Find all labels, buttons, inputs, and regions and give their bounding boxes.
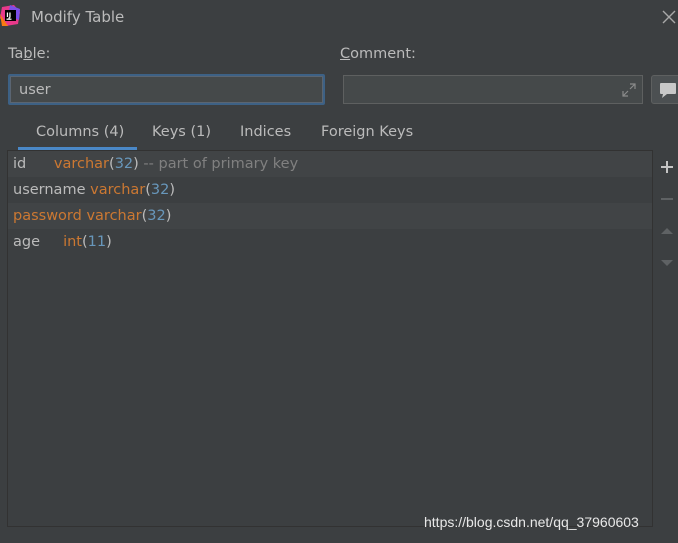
column-name: username [13,182,86,198]
column-type: varchar [53,156,110,172]
comment-input[interactable] [343,75,643,104]
expand-icon[interactable] [622,83,636,97]
paren-close: ) [106,234,112,250]
column-name: age [13,234,41,250]
close-icon[interactable] [662,10,676,24]
table-label-part: Ta [8,46,24,62]
column-type: varchar [86,208,142,224]
column-toolbar [654,150,678,527]
move-down-icon[interactable] [659,255,675,271]
table-name-field-focus [8,74,325,105]
column-size: 32 [147,208,166,224]
column-type: int [63,234,82,250]
column-row-username[interactable]: username varchar(32) [8,177,652,203]
window-title: Modify Table [31,8,125,26]
comment-button[interactable] [651,75,678,104]
move-up-icon[interactable] [659,223,675,239]
column-name: id [13,156,27,172]
intellij-app-icon: IJ [0,5,20,26]
column-size: 32 [114,156,134,172]
table-label-part: le: [32,46,51,62]
tab-indices[interactable]: Indices [240,124,291,140]
comment-label: Comment: [340,46,416,62]
speech-bubble-icon [660,83,676,98]
svg-text:IJ: IJ [6,11,11,19]
comment-label-part: omment: [350,46,416,62]
columns-list: id varchar(32) -- part of primary key us… [7,150,653,527]
column-separator [40,234,63,250]
column-size: 11 [87,234,107,250]
column-row-id[interactable]: id varchar(32) -- part of primary key [8,151,652,177]
tab-foreign-keys[interactable]: Foreign Keys [321,124,413,140]
paren-close: ) [165,208,172,224]
tab-columns[interactable]: Columns (4) [36,124,124,140]
column-separator [26,156,54,172]
column-row-age[interactable]: age int(11) [8,229,652,255]
remove-icon[interactable] [659,191,675,207]
table-label-mnemonic: b [23,46,33,62]
tab-keys[interactable]: Keys (1) [152,124,211,140]
column-comment: -- part of primary key [138,156,299,172]
table-label: Table: [8,46,50,62]
comment-label-mnemonic: C [340,46,351,62]
column-size: 32 [150,182,170,198]
watermark-url: https://blog.csdn.net/qq_37960603 [424,514,639,530]
column-row-password[interactable]: password varchar(32) [8,203,652,229]
column-name: password [13,208,82,224]
table-name-input[interactable] [10,76,323,103]
paren-close: ) [169,182,176,198]
column-type: varchar [90,182,146,198]
add-icon[interactable] [659,159,675,175]
